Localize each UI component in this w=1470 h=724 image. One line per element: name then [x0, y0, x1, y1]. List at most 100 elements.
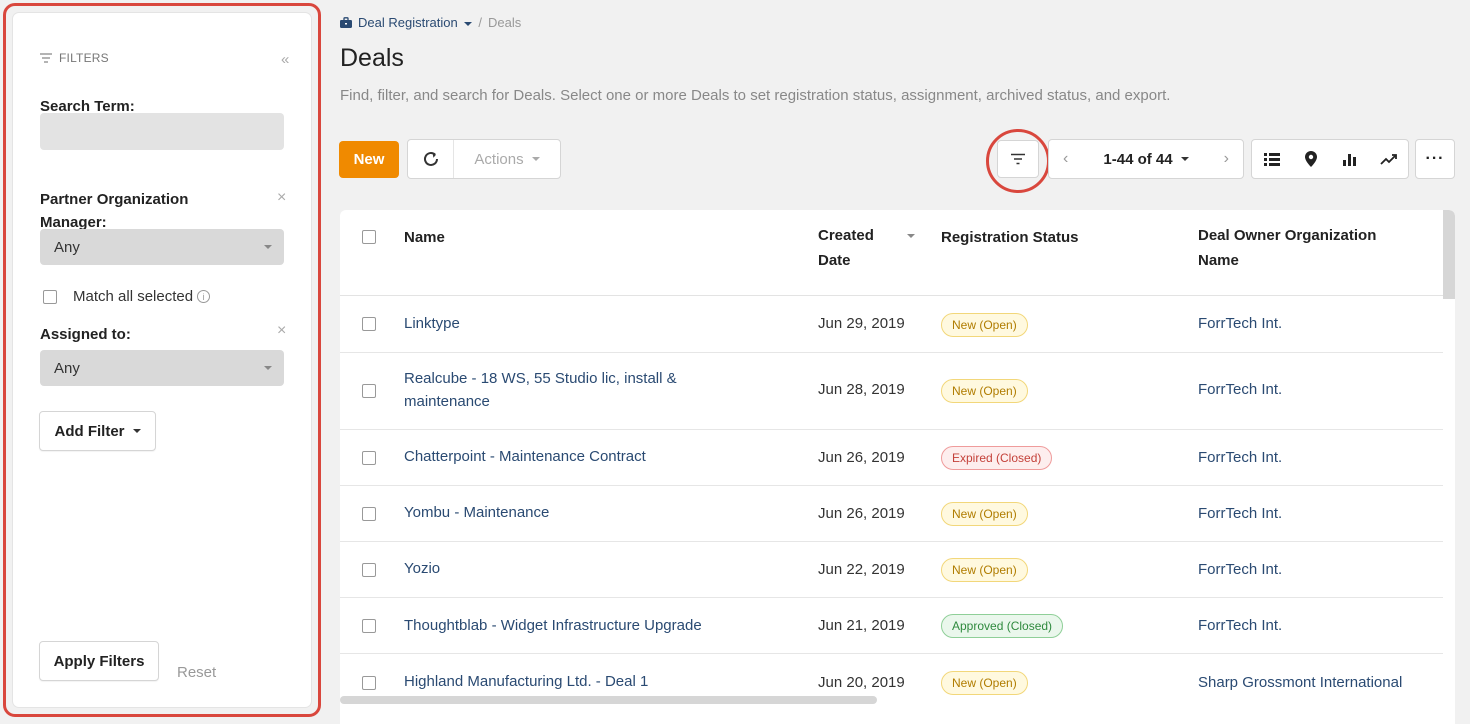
org-header-line1: Deal Owner Organization: [1198, 227, 1377, 244]
trending-up-icon: [1379, 154, 1397, 165]
sort-desc-icon[interactable]: [907, 234, 915, 238]
select-all-checkbox[interactable]: [362, 230, 376, 244]
remove-partner-filter-icon[interactable]: ×: [277, 189, 286, 207]
filter-panel: FILTERS « Search Term: Partner Organizat…: [13, 13, 311, 707]
col-header-name[interactable]: Name: [404, 225, 445, 250]
match-all-checkbox[interactable]: [43, 289, 57, 304]
row-checkbox[interactable]: [362, 451, 376, 465]
chevron-down-icon: [264, 366, 272, 370]
breadcrumb: Deal Registration / Deals: [340, 15, 521, 30]
col-header-registration-status[interactable]: Registration Status: [941, 225, 1079, 250]
page-range-label: 1-44 of 44: [1103, 150, 1173, 168]
actions-label: Actions: [474, 150, 524, 168]
vertical-scrollbar[interactable]: [1443, 210, 1455, 299]
deal-name-link[interactable]: Chatterpoint - Maintenance Contract: [404, 445, 784, 468]
org-name-link[interactable]: ForrTech Int.: [1198, 378, 1282, 401]
apply-filters-button[interactable]: Apply Filters: [39, 641, 159, 681]
info-icon[interactable]: i: [197, 290, 211, 303]
reset-filters-link[interactable]: Reset: [177, 664, 216, 681]
assigned-to-select[interactable]: Any: [40, 350, 284, 386]
page-range-dropdown[interactable]: 1-44 of 44: [1103, 150, 1189, 168]
created-date: Jun 28, 2019: [818, 381, 905, 398]
chevron-down-icon: [531, 157, 540, 161]
breadcrumb-deal-registration[interactable]: Deal Registration: [358, 15, 473, 30]
partner-select-value: Any: [54, 238, 80, 256]
match-all-label: Match all selected: [73, 288, 194, 305]
row-checkbox[interactable]: [362, 676, 376, 690]
assigned-select-value: Any: [54, 359, 80, 377]
created-date: Jun 29, 2019: [818, 315, 905, 332]
refresh-button[interactable]: [408, 140, 454, 178]
map-view-button[interactable]: [1291, 140, 1330, 178]
next-page-button[interactable]: ›: [1224, 150, 1229, 168]
trend-view-button[interactable]: [1369, 140, 1408, 178]
bar-chart-icon: [1342, 154, 1356, 166]
col-header-created-date[interactable]: Created Date: [818, 223, 874, 273]
add-filter-button[interactable]: Add Filter: [39, 411, 156, 451]
table-row[interactable]: Chatterpoint - Maintenance Contract Jun …: [340, 430, 1443, 486]
match-all-option[interactable]: Match all selected i: [43, 288, 211, 305]
map-pin-icon: [1304, 151, 1317, 167]
table-row[interactable]: Thoughtblab - Widget Infrastructure Upgr…: [340, 598, 1443, 654]
filter-lines-icon: [1011, 153, 1025, 165]
row-checkbox[interactable]: [362, 563, 376, 577]
created-date: Jun 21, 2019: [818, 617, 905, 634]
org-name-link[interactable]: ForrTech Int.: [1198, 558, 1282, 581]
pagination: ‹ 1-44 of 44 ›: [1048, 139, 1244, 179]
horizontal-scrollbar[interactable]: [340, 696, 877, 704]
filters-header: FILTERS: [40, 51, 109, 65]
created-date: Jun 22, 2019: [818, 561, 905, 578]
deal-name-link[interactable]: Realcube - 18 WS, 55 Studio lic, install…: [404, 367, 734, 413]
row-checkbox[interactable]: [362, 619, 376, 633]
created-date: Jun 26, 2019: [818, 449, 905, 466]
row-checkbox[interactable]: [362, 507, 376, 521]
deal-name-link[interactable]: Yozio: [404, 557, 784, 580]
row-checkbox[interactable]: [362, 317, 376, 331]
org-name-link[interactable]: ForrTech Int.: [1198, 446, 1282, 469]
table-row[interactable]: Linktype Jun 29, 2019 New (Open) ForrTec…: [340, 296, 1443, 353]
status-badge: New (Open): [941, 671, 1028, 695]
breadcrumb-separator: /: [478, 15, 482, 30]
new-deal-button[interactable]: New: [339, 141, 399, 178]
prev-page-button[interactable]: ‹: [1063, 150, 1068, 168]
chevron-down-icon: [132, 429, 141, 433]
more-options-button[interactable]: ···: [1415, 139, 1455, 179]
partner-label-line1: Partner Organization: [40, 191, 189, 208]
deal-name-link[interactable]: Thoughtblab - Widget Infrastructure Upgr…: [404, 614, 784, 637]
table-row[interactable]: Realcube - 18 WS, 55 Studio lic, install…: [340, 353, 1443, 430]
list-icon: [1263, 152, 1280, 166]
status-badge: New (Open): [941, 313, 1028, 337]
row-checkbox[interactable]: [362, 384, 376, 398]
deal-name-link[interactable]: Linktype: [404, 312, 784, 335]
chevron-down-icon: [464, 21, 473, 26]
org-name-link[interactable]: Sharp Grossmont International: [1198, 671, 1402, 694]
filter-lines-icon: [40, 53, 52, 63]
remove-assigned-filter-icon[interactable]: ×: [277, 322, 286, 340]
view-switcher: [1251, 139, 1409, 179]
org-name-link[interactable]: ForrTech Int.: [1198, 614, 1282, 637]
deal-name-link[interactable]: Highland Manufacturing Ltd. - Deal 1: [404, 670, 784, 693]
partner-org-manager-select[interactable]: Any: [40, 229, 284, 265]
deal-name-link[interactable]: Yombu - Maintenance: [404, 501, 784, 524]
breadcrumb-current: Deals: [487, 15, 522, 30]
actions-group: Actions: [407, 139, 561, 179]
collapse-panel-icon[interactable]: «: [281, 51, 289, 68]
chart-view-button[interactable]: [1330, 140, 1369, 178]
org-name-link[interactable]: ForrTech Int.: [1198, 312, 1282, 335]
list-view-button[interactable]: [1252, 140, 1291, 178]
add-filter-label: Add Filter: [54, 422, 125, 440]
actions-dropdown[interactable]: Actions: [454, 151, 560, 168]
col-header-deal-owner-org[interactable]: Deal Owner Organization Name: [1198, 223, 1376, 273]
created-header-line1: Created: [818, 227, 874, 244]
chevron-down-icon: [264, 245, 272, 249]
org-name-link[interactable]: ForrTech Int.: [1198, 502, 1282, 525]
table-row[interactable]: Yombu - Maintenance Jun 26, 2019 New (Op…: [340, 486, 1443, 542]
toggle-filters-button[interactable]: [997, 140, 1039, 178]
created-header-line2: Date: [818, 252, 851, 269]
search-term-input[interactable]: [40, 113, 284, 150]
page-description: Find, filter, and search for Deals. Sele…: [340, 87, 1171, 104]
briefcase-icon: [340, 17, 352, 28]
status-badge: Approved (Closed): [941, 614, 1064, 638]
breadcrumb-section-label: Deal Registration: [358, 15, 458, 30]
table-row[interactable]: Yozio Jun 22, 2019 New (Open) ForrTech I…: [340, 542, 1443, 598]
